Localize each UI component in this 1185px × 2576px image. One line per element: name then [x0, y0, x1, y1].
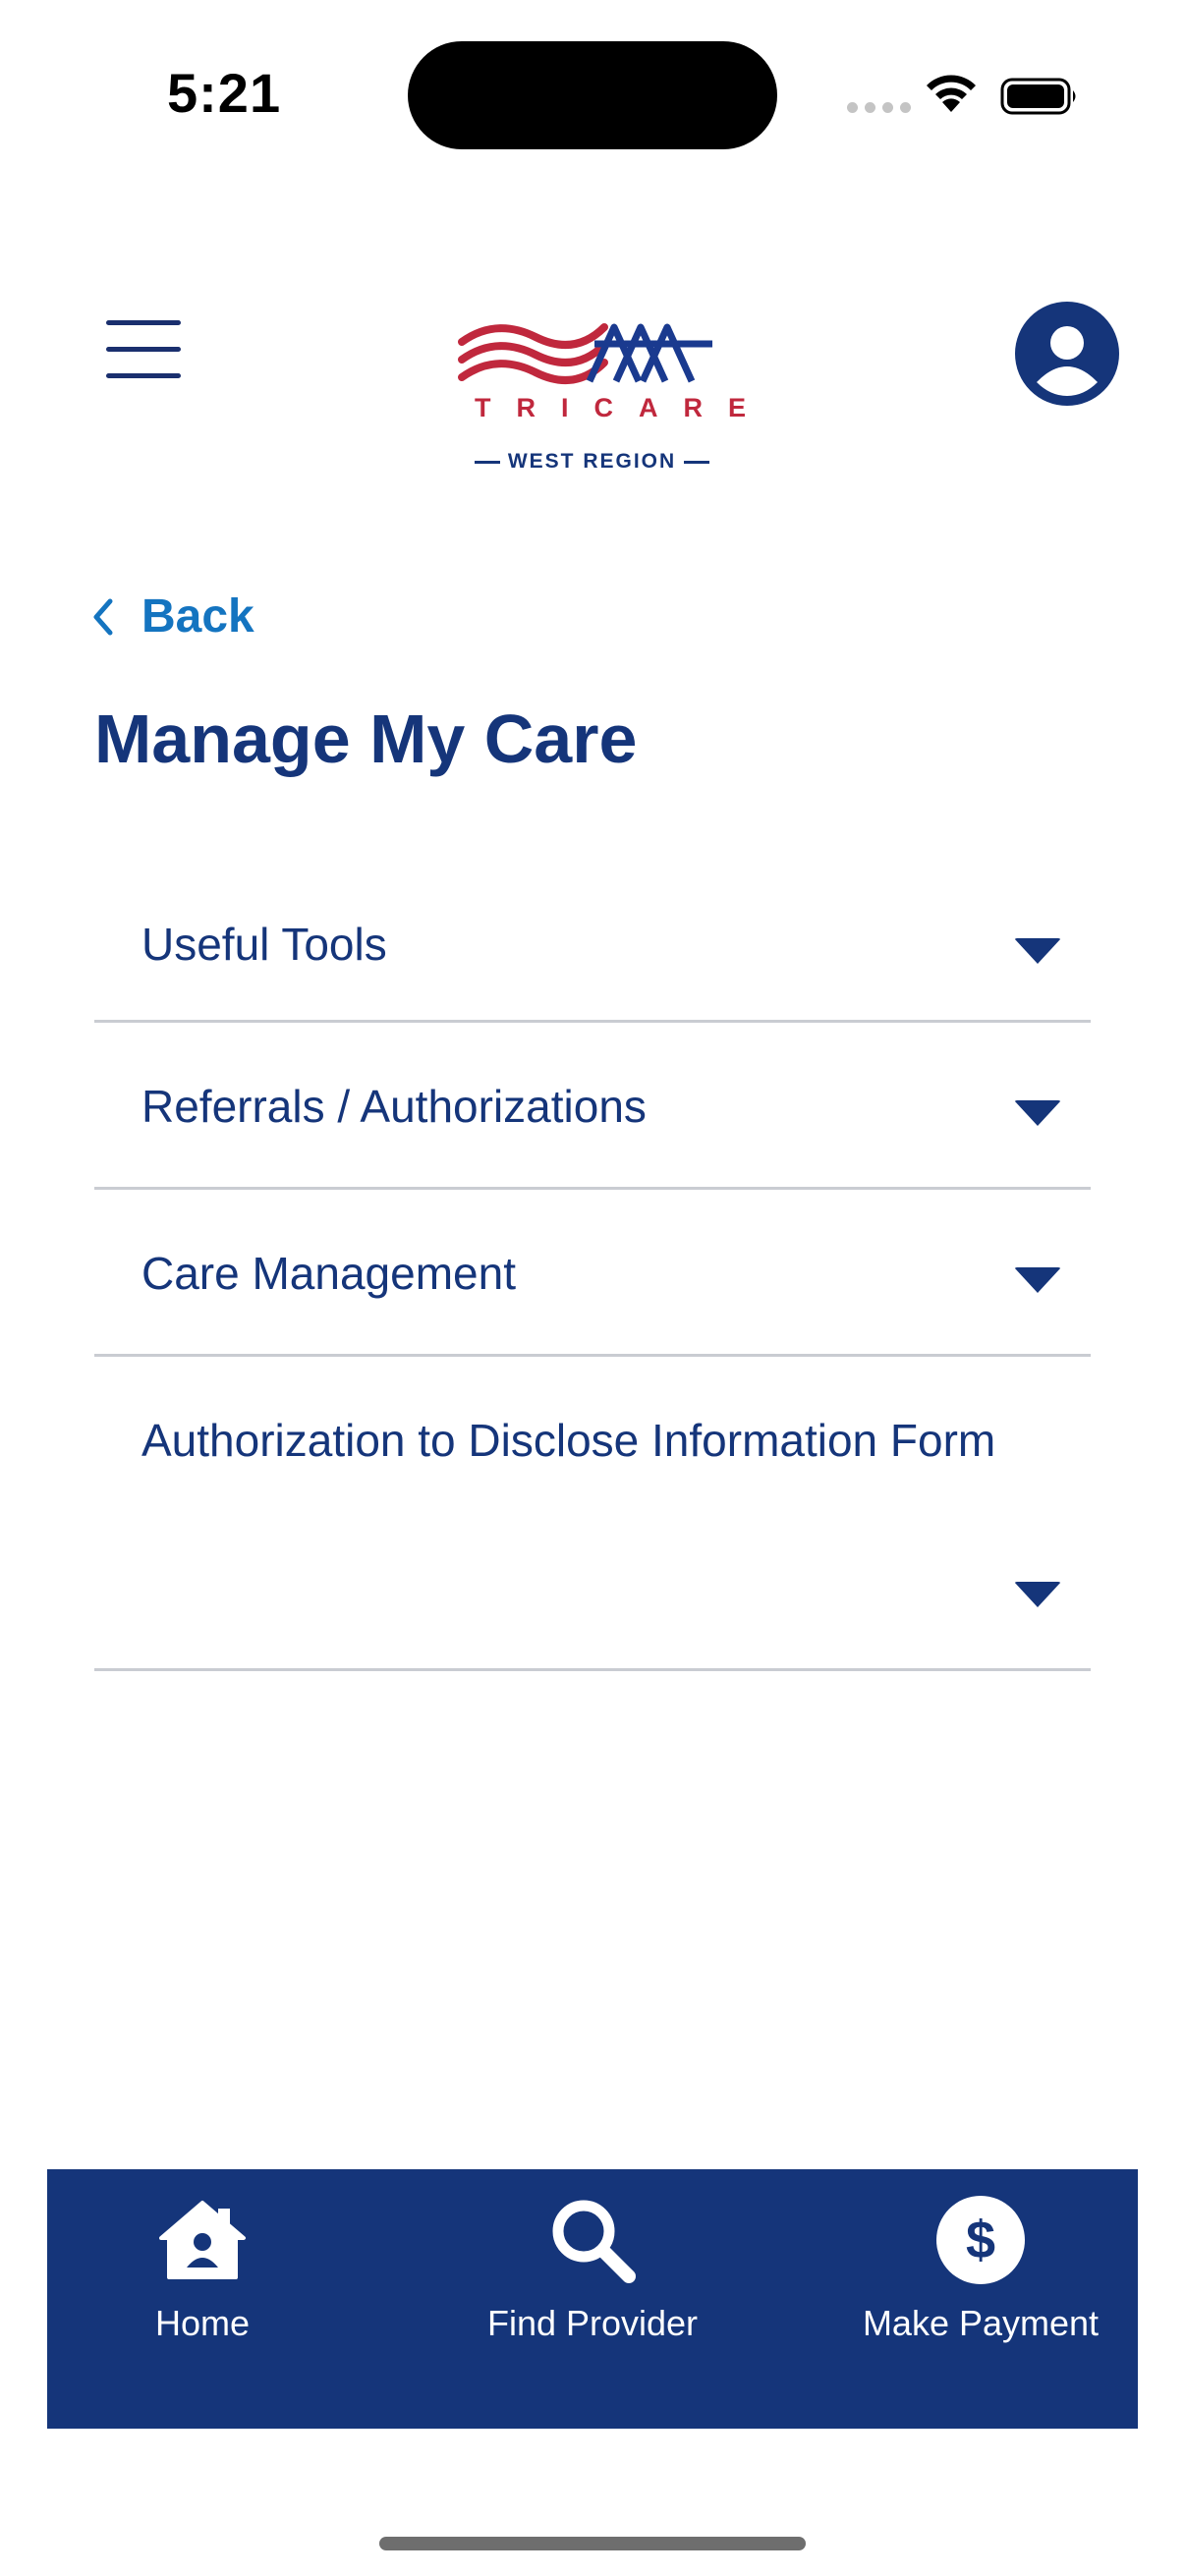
caret-down-icon [1014, 1582, 1061, 1607]
dynamic-island [408, 41, 777, 149]
nav-find-provider[interactable]: Find Provider [475, 2169, 710, 2429]
home-indicator [379, 2537, 806, 2550]
nav-make-payment[interactable]: $ Make Payment [853, 2169, 1108, 2429]
accordion-item-care-management[interactable]: Care Management [94, 1190, 1091, 1357]
accordion-label: Referrals / Authorizations [141, 1081, 647, 1132]
cellular-signal-icon [847, 102, 911, 113]
profile-button[interactable] [1015, 302, 1119, 406]
accordion-item-referrals[interactable]: Referrals / Authorizations [94, 1023, 1091, 1190]
chevron-left-icon [93, 598, 113, 635]
accordion-list: Useful Tools Referrals / Authorizations … [94, 884, 1091, 1671]
menu-button[interactable] [106, 320, 181, 379]
page-title: Manage My Care [94, 700, 638, 777]
accordion-item-disclose-form[interactable]: Authorization to Disclose Information Fo… [94, 1357, 1091, 1671]
caret-down-icon [1014, 938, 1061, 964]
logo-region-text: WEST REGION [507, 450, 677, 473]
accordion-label: Care Management [141, 1248, 516, 1299]
nav-label: Find Provider [486, 2303, 699, 2343]
nav-home[interactable]: Home [104, 2169, 301, 2429]
accordion-item-useful-tools[interactable]: Useful Tools [94, 884, 1091, 1023]
tricare-logo: TRICARE WEST REGION [457, 283, 771, 479]
wifi-icon [927, 75, 976, 112]
back-button[interactable]: Back [90, 589, 254, 644]
accordion-label: Authorization to Disclose Information Fo… [141, 1415, 996, 1466]
accordion-label: Useful Tools [141, 919, 387, 970]
svg-text:$: $ [966, 2211, 995, 2269]
back-label: Back [141, 590, 254, 643]
battery-icon [1000, 78, 1076, 115]
bottom-nav: Home Find Provider $ Make Payment [47, 2169, 1138, 2429]
caret-down-icon [1014, 1100, 1061, 1126]
caret-down-icon [1014, 1267, 1061, 1293]
dollar-icon: $ [936, 2196, 1025, 2284]
nav-label: Home [154, 2303, 251, 2343]
search-icon [552, 2200, 636, 2283]
logo-brand-text: TRICARE [475, 393, 771, 422]
home-icon [159, 2201, 246, 2279]
status-time: 5:21 [167, 62, 282, 124]
nav-label: Make Payment [862, 2303, 1100, 2343]
